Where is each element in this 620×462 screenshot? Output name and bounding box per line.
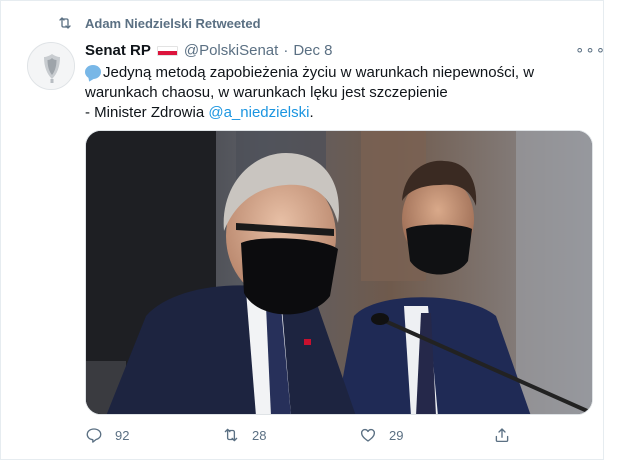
retweet-icon	[59, 17, 71, 29]
retweet-button[interactable]: 28	[222, 426, 266, 444]
like-button[interactable]: 29	[359, 426, 403, 444]
retweet-icon	[224, 428, 238, 442]
tweet-card[interactable]: Adam Niedzielski Retweeted Senat RP @Pol…	[0, 0, 606, 460]
retweet-count: 28	[252, 427, 267, 443]
speech-bubble-icon	[85, 65, 101, 79]
tweet-header: Senat RP @PolskiSenat · Dec 8	[85, 42, 333, 59]
avatar-emblem-icon	[28, 43, 74, 89]
share-icon	[495, 428, 509, 443]
tweet-line-1: Jedyną metodą zapobieżenia życiu w warun…	[103, 64, 535, 81]
reply-icon	[86, 428, 102, 443]
reply-count: 92	[115, 427, 130, 443]
author-name[interactable]: Senat RP	[85, 42, 151, 59]
tweet-actions: 92 28 29	[85, 426, 515, 446]
tweet-line-3-suffix: .	[309, 104, 314, 121]
tweet-photo[interactable]	[85, 130, 593, 415]
tweet-line-2: warunkach chaosu, w warunkach lęku jest …	[85, 84, 448, 101]
tweet-text: Jedyną metodą zapobieżenia życiu w warun…	[85, 63, 555, 123]
retweeter-label[interactable]: Adam Niedzielski Retweeted	[85, 16, 261, 31]
like-icon	[360, 428, 376, 442]
share-button[interactable]	[493, 426, 523, 444]
mention-link[interactable]: @a_niedzielski	[208, 104, 309, 121]
retweet-context: Adam Niedzielski Retweeted	[57, 15, 261, 31]
tweet-line-3-prefix: - Minister Zdrowia	[85, 104, 209, 121]
more-icon[interactable]: ∘∘∘	[575, 41, 606, 59]
reply-button[interactable]: 92	[85, 426, 129, 444]
tweet-date[interactable]: Dec 8	[293, 42, 332, 59]
like-count: 29	[389, 427, 404, 443]
avatar[interactable]	[27, 42, 75, 90]
header-separator: ·	[283, 42, 289, 59]
photo-illustration	[86, 131, 592, 414]
author-handle[interactable]: @PolskiSenat	[184, 42, 278, 59]
poland-flag-icon	[156, 45, 178, 56]
